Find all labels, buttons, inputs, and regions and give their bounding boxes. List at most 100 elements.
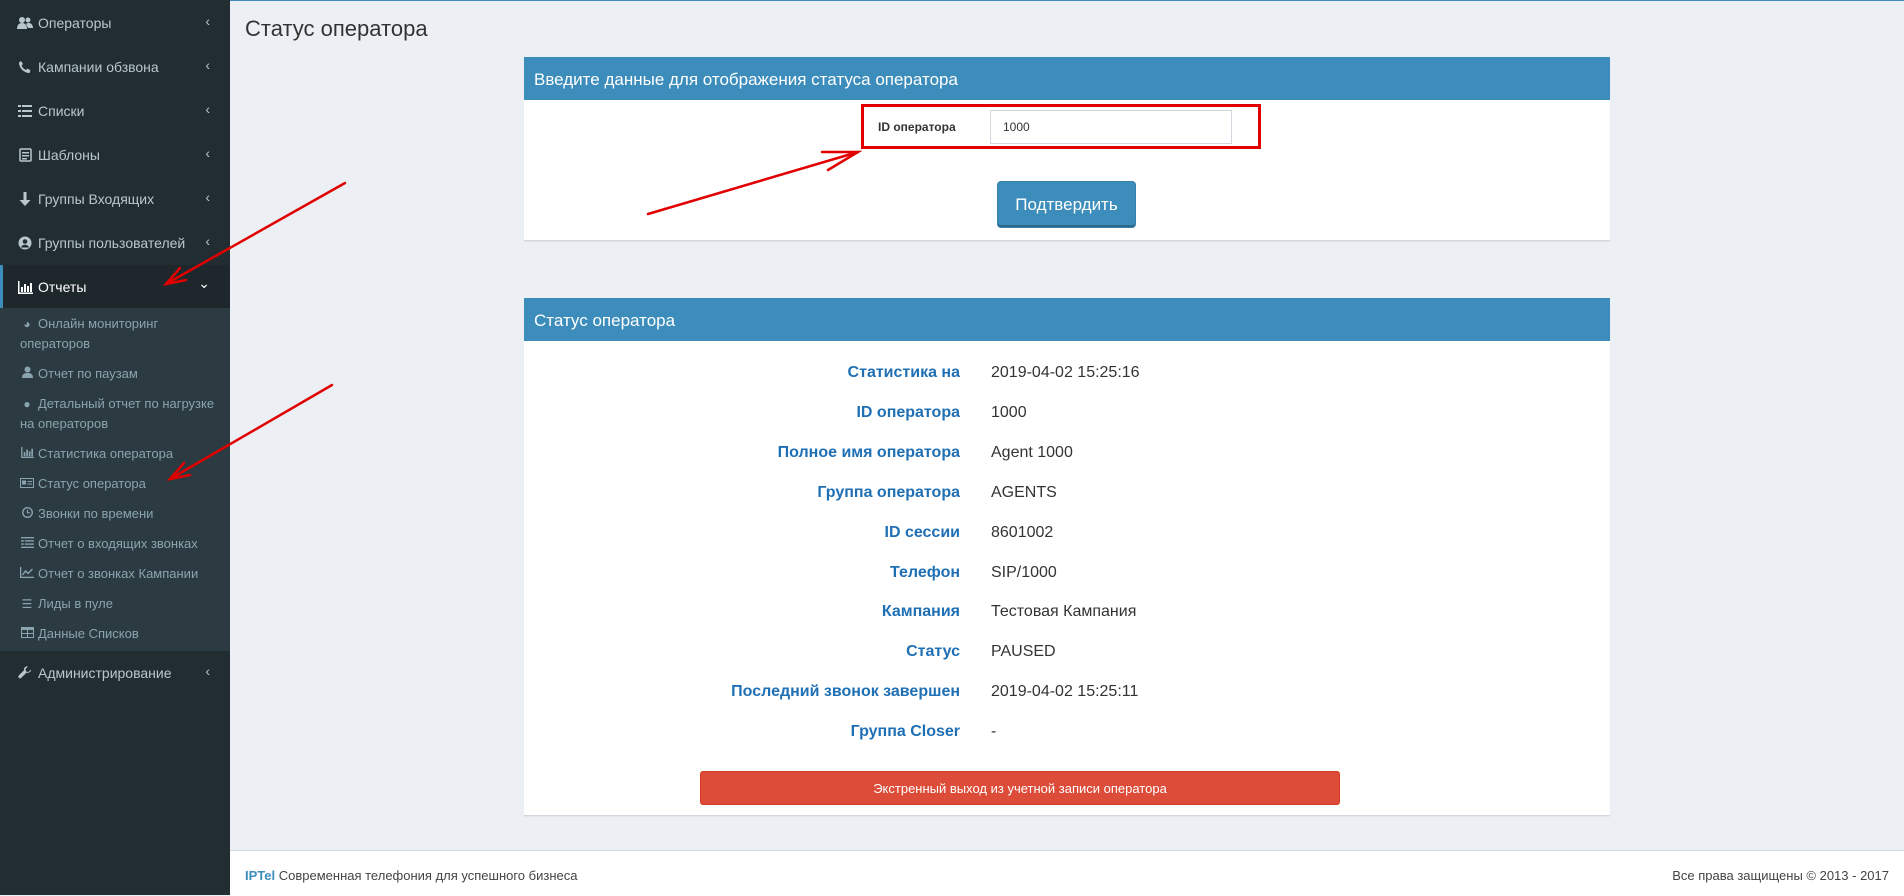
status-row: Последний звонок завершен 2019-04-02 15:…: [524, 683, 1610, 703]
chevron-left-icon: ‹: [205, 101, 210, 117]
status-value: PAUSED: [991, 643, 1056, 660]
submenu-item-calls-by-time[interactable]: Звонки по времени: [20, 504, 225, 524]
chevron-left-icon: ‹: [205, 145, 210, 161]
status-row: Полное имя оператора Agent 1000: [524, 444, 1610, 464]
status-label: ID оператора: [856, 404, 960, 421]
sidebar-item-administration[interactable]: Администрирование ‹: [0, 651, 230, 695]
submenu-item-load-report[interactable]: ● Детальный отчет по нагрузке на оператор…: [20, 394, 225, 434]
chevron-left-icon: ‹: [205, 13, 210, 29]
sidebar-item-lists[interactable]: Списки ‹: [0, 89, 230, 133]
submenu-item-label: Отчет по паузам: [38, 366, 138, 381]
phone-icon: [17, 59, 33, 75]
submenu-item-campaign-calls[interactable]: Отчет о звонках Кампании: [20, 564, 225, 584]
confirm-button[interactable]: Подтвердить: [997, 181, 1136, 228]
status-label: Телефон: [890, 564, 960, 581]
status-value: SIP/1000: [991, 564, 1057, 581]
status-label: Последний звонок завершен: [731, 683, 960, 700]
sidebar-item-label: Шаблоны: [38, 147, 100, 163]
list-alt-icon: [20, 534, 34, 554]
status-value: AGENTS: [991, 484, 1057, 501]
footer: IPTel Современная телефония для успешног…: [230, 850, 1904, 896]
status-label: Группа Closer: [850, 723, 960, 740]
status-value: -: [991, 723, 997, 740]
sidebar-item-campaigns[interactable]: Кампании обзвона ‹: [0, 45, 230, 89]
status-value: 2019-04-02 15:25:16: [991, 364, 1140, 381]
chevron-left-icon: ‹: [205, 189, 210, 205]
clock-icon: [20, 504, 34, 524]
sidebar-item-reports[interactable]: Отчеты ⌄: [0, 265, 230, 309]
status-label: ID сессии: [884, 524, 961, 541]
status-value: Тестовая Кампания: [991, 603, 1137, 620]
annotation-highlight: [861, 104, 1261, 149]
status-row: Телефон SIP/1000: [524, 564, 1610, 584]
status-value: 2019-04-02 15:25:11: [991, 683, 1139, 700]
sidebar-item-label: Группы пользователей: [38, 235, 186, 251]
status-row: Группа Closer -: [524, 723, 1610, 743]
circle-icon: ●: [23, 397, 31, 411]
status-row: Группа оператора AGENTS: [524, 484, 1610, 504]
sidebar-item-label: Операторы: [38, 15, 112, 31]
user-icon: [20, 364, 34, 384]
template-icon: [17, 147, 33, 163]
line-chart-icon: [20, 564, 34, 584]
chevron-left-icon: ‹: [205, 663, 210, 679]
submenu-item-label: Данные Списков: [38, 626, 139, 641]
submenu-item-pool-leads[interactable]: ☰ Лиды в пуле: [20, 594, 225, 614]
list-icon: [17, 103, 33, 119]
status-row: Статус PAUSED: [524, 643, 1610, 663]
footer-brand[interactable]: IPTel: [245, 868, 275, 883]
table-icon: [20, 624, 34, 644]
footer-rights: Все права защищены © 2013 - 2017: [1672, 868, 1889, 883]
id-card-icon: [20, 474, 34, 494]
footer-tagline: Современная телефония для успешного бизн…: [278, 868, 578, 883]
submenu-item-label: Отчет о входящих звонках: [38, 536, 198, 551]
form-box-header: Введите данные для отображения статуса о…: [524, 57, 1610, 100]
status-label: Статистика на: [847, 364, 960, 381]
status-row: ID сессии 8601002: [524, 524, 1610, 544]
top-border: [0, 0, 1904, 1]
submenu-item-label: Детальный отчет по нагрузке на операторо…: [20, 396, 215, 431]
submenu-item-operator-status[interactable]: Статус оператора: [20, 474, 225, 494]
chevron-down-icon: ⌄: [198, 275, 210, 291]
status-row: ID оператора 1000: [524, 404, 1610, 424]
operator-form-box: Введите данные для отображения статуса о…: [524, 57, 1610, 241]
page-title: Статус оператора: [245, 16, 428, 41]
submenu-item-inbound-report[interactable]: Отчет о входящих звонках: [20, 534, 225, 554]
arrow-down-icon: [17, 191, 33, 207]
sidebar-item-label: Отчеты: [38, 279, 87, 295]
reports-submenu: ◕ Онлайн мониторинг операторов Отчет по п…: [0, 308, 230, 651]
wrench-icon: [17, 665, 33, 681]
users-icon: [17, 15, 33, 31]
sidebar-item-operators[interactable]: Операторы ‹: [0, 1, 230, 45]
user-circle-icon: [17, 235, 33, 251]
pie-chart-icon: ◕: [23, 317, 31, 331]
bar-chart-icon: [17, 279, 33, 295]
chevron-left-icon: ‹: [205, 57, 210, 73]
status-value: 8601002: [991, 524, 1054, 541]
submenu-item-label: Звонки по времени: [38, 506, 154, 521]
sidebar: Операторы ‹ Кампании обзвона ‹ Списки ‹ …: [0, 0, 230, 895]
sidebar-item-templates[interactable]: Шаблоны ‹: [0, 133, 230, 177]
submenu-item-pause-report[interactable]: Отчет по паузам: [20, 364, 225, 384]
sidebar-item-label: Группы Входящих: [38, 191, 155, 207]
submenu-item-label: Отчет о звонках Кампании: [38, 566, 199, 581]
sidebar-item-user-groups[interactable]: Группы пользователей ‹: [0, 221, 230, 265]
sidebar-item-label: Кампании обзвона: [38, 59, 159, 75]
bar-chart-icon: [20, 444, 34, 464]
submenu-item-label: Статистика оператора: [38, 446, 174, 461]
status-label: Кампания: [881, 603, 960, 620]
submenu-item-list-data[interactable]: Данные Списков: [20, 624, 225, 644]
submenu-item-operator-stats[interactable]: Статистика оператора: [20, 444, 225, 464]
status-row: Статистика на 2019-04-02 15:25:16: [524, 364, 1610, 384]
sidebar-item-inbound-groups[interactable]: Группы Входящих ‹: [0, 177, 230, 221]
status-value: Agent 1000: [991, 444, 1073, 461]
submenu-item-online-monitoring[interactable]: ◕ Онлайн мониторинг операторов: [20, 314, 225, 354]
chevron-left-icon: ‹: [205, 233, 210, 249]
status-label: Статус: [906, 643, 960, 660]
sidebar-item-label: Администрирование: [38, 665, 172, 681]
emergency-logout-button[interactable]: Экстренный выход из учетной записи опера…: [700, 771, 1340, 805]
submenu-item-label: Онлайн мониторинг операторов: [20, 316, 159, 351]
submenu-item-label: Статус оператора: [38, 476, 146, 491]
submenu-item-label: Лиды в пуле: [38, 596, 113, 611]
bars-icon: ☰: [21, 597, 33, 611]
